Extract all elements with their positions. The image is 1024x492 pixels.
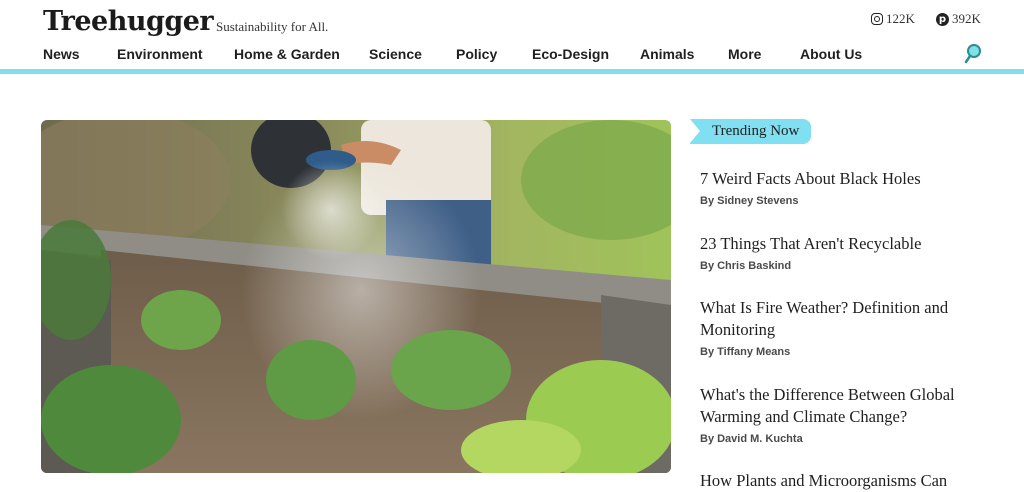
nav-item-animals[interactable]: Animals [640, 46, 694, 62]
trending-article[interactable]: 23 Things That Aren't Recyclable By Chri… [700, 233, 970, 272]
nav-accent-bar [0, 69, 1024, 74]
trending-article[interactable]: What's the Difference Between Global War… [700, 384, 970, 445]
instagram-link[interactable]: 122K [871, 11, 915, 27]
article-title[interactable]: 7 Weird Facts About Black Holes [700, 168, 970, 190]
nav-item-home-garden[interactable]: Home & Garden [234, 46, 340, 62]
pinterest-link[interactable]: p 392K [936, 11, 981, 27]
trending-article[interactable]: How Plants and Microorganisms Can [700, 470, 970, 492]
article-author: By Tiffany Means [700, 346, 791, 358]
pinterest-count: 392K [952, 11, 981, 26]
site-logo[interactable]: Treehugger [43, 6, 214, 37]
trending-article[interactable]: 7 Weird Facts About Black Holes By Sidne… [700, 168, 970, 207]
trending-article[interactable]: What Is Fire Weather? Definition and Mon… [700, 297, 970, 358]
instagram-count: 122K [886, 11, 915, 26]
nav-item-about-us[interactable]: About Us [800, 46, 862, 62]
article-title[interactable]: What's the Difference Between Global War… [700, 384, 970, 428]
trending-now-label: Trending Now [690, 119, 812, 144]
nav-item-eco-design[interactable]: Eco-Design [532, 46, 609, 62]
article-title[interactable]: How Plants and Microorganisms Can [700, 470, 970, 492]
article-author: By Sidney Stevens [700, 195, 799, 207]
article-title[interactable]: 23 Things That Aren't Recyclable [700, 233, 970, 255]
nav-item-news[interactable]: News [43, 46, 80, 62]
nav-item-environment[interactable]: Environment [117, 46, 203, 62]
hero-image[interactable] [41, 120, 671, 473]
nav-item-science[interactable]: Science [369, 46, 422, 62]
article-title[interactable]: What Is Fire Weather? Definition and Mon… [700, 297, 970, 341]
article-author: By David M. Kuchta [700, 433, 803, 445]
article-author: By Chris Baskind [700, 260, 792, 272]
nav-item-policy[interactable]: Policy [456, 46, 497, 62]
main-nav: News Environment Home & Garden Science P… [0, 46, 1024, 64]
instagram-icon [871, 13, 883, 25]
nav-item-more[interactable]: More [728, 46, 761, 62]
search-icon[interactable] [963, 43, 983, 65]
pinterest-icon: p [936, 12, 949, 26]
site-tagline: Sustainability for All. [216, 19, 329, 34]
